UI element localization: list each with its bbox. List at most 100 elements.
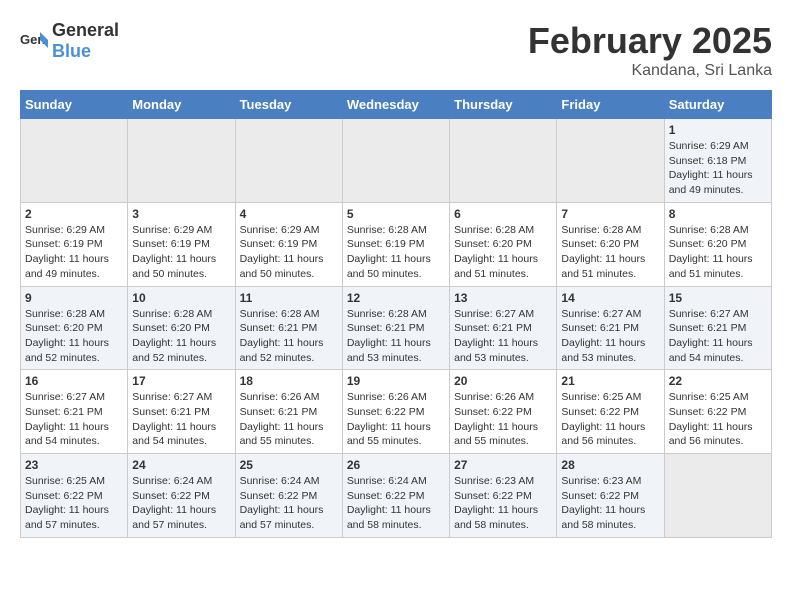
calendar-table: Sunday Monday Tuesday Wednesday Thursday… — [20, 90, 772, 538]
day-number: 13 — [454, 291, 552, 305]
col-sunday: Sunday — [21, 91, 128, 119]
table-row: 1 Sunrise: 6:29 AM Sunset: 6:18 PM Daylig… — [664, 119, 771, 203]
day-number: 27 — [454, 458, 552, 472]
day-info: Sunrise: 6:29 AM Sunset: 6:19 PM Dayligh… — [132, 223, 230, 282]
table-row: 9 Sunrise: 6:28 AM Sunset: 6:20 PM Daylig… — [21, 286, 128, 370]
day-number: 16 — [25, 374, 123, 388]
day-info: Sunrise: 6:26 AM Sunset: 6:22 PM Dayligh… — [454, 390, 552, 449]
table-row: 26Sunrise: 6:24 AM Sunset: 6:22 PM Dayli… — [342, 454, 449, 538]
location-subtitle: Kandana, Sri Lanka — [528, 62, 772, 80]
day-info: Sunrise: 6:24 AM Sunset: 6:22 PM Dayligh… — [240, 474, 338, 533]
day-number: 5 — [347, 207, 445, 221]
day-number: 11 — [240, 291, 338, 305]
day-info: Sunrise: 6:27 AM Sunset: 6:21 PM Dayligh… — [561, 307, 659, 366]
table-row: 13 Sunrise: 6:27 AM Sunset: 6:21 PM Dayli… — [450, 286, 557, 370]
day-number: 22 — [669, 374, 767, 388]
calendar-week-row: 9 Sunrise: 6:28 AM Sunset: 6:20 PM Daylig… — [21, 286, 772, 370]
table-row: 23Sunrise: 6:25 AM Sunset: 6:22 PM Dayli… — [21, 454, 128, 538]
calendar-week-row: 16 Sunrise: 6:27 AM Sunset: 6:21 PM Dayli… — [21, 370, 772, 454]
logo: Gen General Blue — [20, 20, 119, 62]
col-wednesday: Wednesday — [342, 91, 449, 119]
day-number: 4 — [240, 207, 338, 221]
table-row: 12 Sunrise: 6:28 AM Sunset: 6:21 PM Dayli… — [342, 286, 449, 370]
day-info: Sunrise: 6:27 AM Sunset: 6:21 PM Dayligh… — [669, 307, 767, 366]
day-info: Sunrise: 6:24 AM Sunset: 6:22 PM Dayligh… — [132, 474, 230, 533]
title-area: February 2025 Kandana, Sri Lanka — [528, 20, 772, 80]
day-info: Sunrise: 6:28 AM Sunset: 6:20 PM Dayligh… — [454, 223, 552, 282]
day-info: Sunrise: 6:25 AM Sunset: 6:22 PM Dayligh… — [25, 474, 123, 533]
day-info: Sunrise: 6:25 AM Sunset: 6:22 PM Dayligh… — [669, 390, 767, 449]
day-info: Sunrise: 6:23 AM Sunset: 6:22 PM Dayligh… — [561, 474, 659, 533]
table-row: 5Sunrise: 6:28 AM Sunset: 6:19 PM Daylig… — [342, 202, 449, 286]
table-row: 16 Sunrise: 6:27 AM Sunset: 6:21 PM Dayli… — [21, 370, 128, 454]
day-number: 17 — [132, 374, 230, 388]
col-tuesday: Tuesday — [235, 91, 342, 119]
table-row: 14 Sunrise: 6:27 AM Sunset: 6:21 PM Dayli… — [557, 286, 664, 370]
day-number: 24 — [132, 458, 230, 472]
day-number: 15 — [669, 291, 767, 305]
table-row: 4Sunrise: 6:29 AM Sunset: 6:19 PM Daylig… — [235, 202, 342, 286]
day-number: 28 — [561, 458, 659, 472]
day-number: 14 — [561, 291, 659, 305]
day-info: Sunrise: 6:27 AM Sunset: 6:21 PM Dayligh… — [454, 307, 552, 366]
table-row: 10 Sunrise: 6:28 AM Sunset: 6:20 PM Dayli… — [128, 286, 235, 370]
day-info: Sunrise: 6:25 AM Sunset: 6:22 PM Dayligh… — [561, 390, 659, 449]
table-row — [342, 119, 449, 203]
table-row — [21, 119, 128, 203]
table-row: 2Sunrise: 6:29 AM Sunset: 6:19 PM Daylig… — [21, 202, 128, 286]
page-header: Gen General Blue February 2025 Kandana, … — [20, 20, 772, 80]
day-info: Sunrise: 6:28 AM Sunset: 6:20 PM Dayligh… — [669, 223, 767, 282]
table-row: 17 Sunrise: 6:27 AM Sunset: 6:21 PM Dayli… — [128, 370, 235, 454]
logo-general: General — [52, 20, 119, 40]
day-info: Sunrise: 6:27 AM Sunset: 6:21 PM Dayligh… — [132, 390, 230, 449]
day-number: 25 — [240, 458, 338, 472]
table-row — [664, 454, 771, 538]
table-row: 19Sunrise: 6:26 AM Sunset: 6:22 PM Dayli… — [342, 370, 449, 454]
col-saturday: Saturday — [664, 91, 771, 119]
table-row: 18Sunrise: 6:26 AM Sunset: 6:21 PM Dayli… — [235, 370, 342, 454]
calendar-week-row: 1 Sunrise: 6:29 AM Sunset: 6:18 PM Daylig… — [21, 119, 772, 203]
day-number: 1 — [669, 123, 767, 137]
table-row: 15 Sunrise: 6:27 AM Sunset: 6:21 PM Dayli… — [664, 286, 771, 370]
day-info: Sunrise: 6:23 AM Sunset: 6:22 PM Dayligh… — [454, 474, 552, 533]
day-info: Sunrise: 6:28 AM Sunset: 6:20 PM Dayligh… — [132, 307, 230, 366]
day-number: 9 — [25, 291, 123, 305]
day-number: 7 — [561, 207, 659, 221]
day-info: Sunrise: 6:26 AM Sunset: 6:21 PM Dayligh… — [240, 390, 338, 449]
table-row — [235, 119, 342, 203]
table-row: 27 Sunrise: 6:23 AM Sunset: 6:22 PM Dayli… — [450, 454, 557, 538]
day-number: 3 — [132, 207, 230, 221]
day-number: 21 — [561, 374, 659, 388]
day-number: 6 — [454, 207, 552, 221]
table-row: 20 Sunrise: 6:26 AM Sunset: 6:22 PM Dayli… — [450, 370, 557, 454]
day-number: 26 — [347, 458, 445, 472]
table-row: 22 Sunrise: 6:25 AM Sunset: 6:22 PM Dayli… — [664, 370, 771, 454]
table-row — [450, 119, 557, 203]
calendar-header-row: Sunday Monday Tuesday Wednesday Thursday… — [21, 91, 772, 119]
day-info: Sunrise: 6:28 AM Sunset: 6:21 PM Dayligh… — [240, 307, 338, 366]
day-info: Sunrise: 6:26 AM Sunset: 6:22 PM Dayligh… — [347, 390, 445, 449]
table-row: 3 Sunrise: 6:29 AM Sunset: 6:19 PM Daylig… — [128, 202, 235, 286]
day-number: 8 — [669, 207, 767, 221]
col-thursday: Thursday — [450, 91, 557, 119]
col-friday: Friday — [557, 91, 664, 119]
table-row: 11 Sunrise: 6:28 AM Sunset: 6:21 PM Dayli… — [235, 286, 342, 370]
day-number: 10 — [132, 291, 230, 305]
day-number: 2 — [25, 207, 123, 221]
day-info: Sunrise: 6:28 AM Sunset: 6:20 PM Dayligh… — [25, 307, 123, 366]
table-row: 7Sunrise: 6:28 AM Sunset: 6:20 PM Daylig… — [557, 202, 664, 286]
day-info: Sunrise: 6:29 AM Sunset: 6:18 PM Dayligh… — [669, 139, 767, 198]
day-info: Sunrise: 6:28 AM Sunset: 6:21 PM Dayligh… — [347, 307, 445, 366]
logo-text: General Blue — [52, 20, 119, 62]
col-monday: Monday — [128, 91, 235, 119]
day-number: 12 — [347, 291, 445, 305]
day-number: 20 — [454, 374, 552, 388]
table-row: 6 Sunrise: 6:28 AM Sunset: 6:20 PM Daylig… — [450, 202, 557, 286]
month-year-title: February 2025 — [528, 20, 772, 62]
calendar-week-row: 2 Sunrise: 6:29 AM Sunset: 6:19 PM Daylig… — [21, 202, 772, 286]
table-row: 24 Sunrise: 6:24 AM Sunset: 6:22 PM Dayli… — [128, 454, 235, 538]
table-row — [557, 119, 664, 203]
day-info: Sunrise: 6:27 AM Sunset: 6:21 PM Dayligh… — [25, 390, 123, 449]
table-row: 21 Sunrise: 6:25 AM Sunset: 6:22 PM Dayli… — [557, 370, 664, 454]
table-row: 25 Sunrise: 6:24 AM Sunset: 6:22 PM Dayli… — [235, 454, 342, 538]
